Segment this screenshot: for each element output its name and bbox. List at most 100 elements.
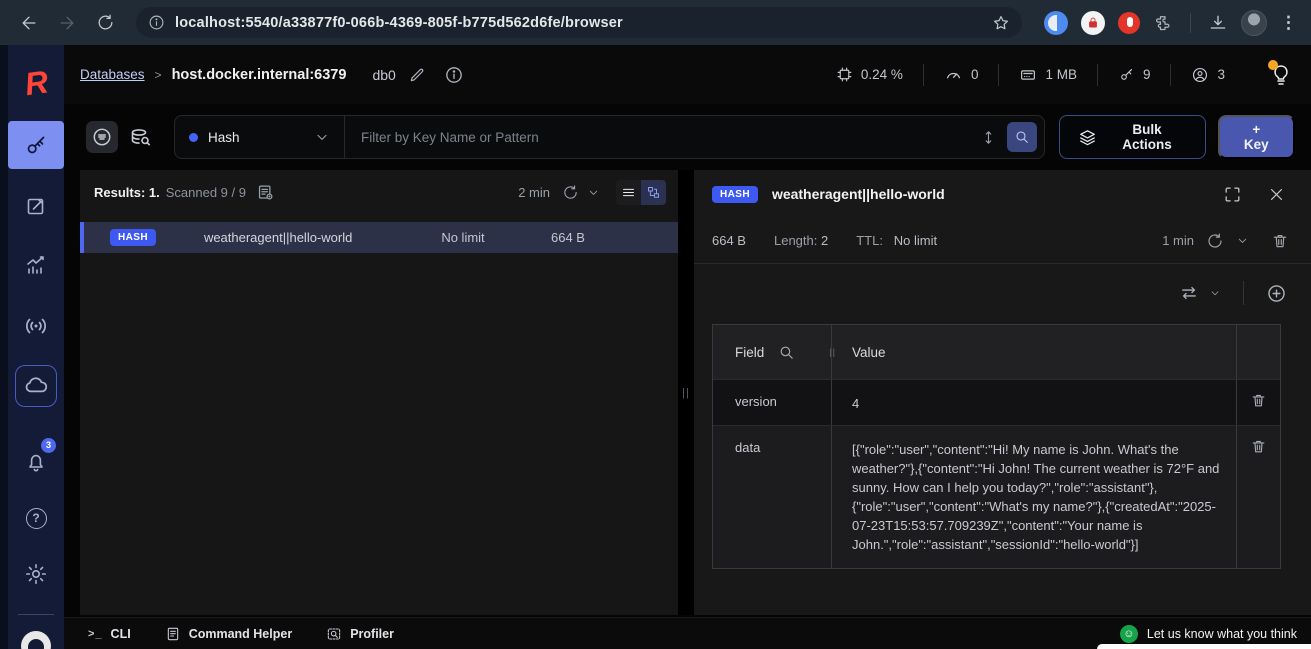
url-bar[interactable]: localhost:5540/a33877f0-066b-4369-805f-b… <box>136 7 1022 38</box>
hash-field-row[interactable]: version 4 <box>713 379 1280 425</box>
scanned-label: Scanned 9 / 9 <box>166 185 246 200</box>
document-icon <box>165 626 181 642</box>
hash-table-header: Field || Value <box>713 325 1280 379</box>
downloads-icon[interactable] <box>1208 13 1228 33</box>
window-edge <box>1097 644 1311 649</box>
edit-db-alias-icon[interactable] <box>408 66 426 84</box>
delete-key-icon[interactable] <box>1271 232 1289 250</box>
filter-mode-redisearch-icon[interactable] <box>124 121 156 153</box>
db-host-label: host.docker.internal:6379 <box>172 67 347 83</box>
sidebar-item-help[interactable]: ? <box>8 498 64 538</box>
stat-commands-sec: 0 <box>924 65 999 84</box>
sidebar-nav: R <box>0 45 64 649</box>
field-column-header: Field || <box>713 325 831 379</box>
extension-lock-icon[interactable] <box>1081 11 1105 35</box>
key-details-header: HASH weatheragent||hello-world <box>694 170 1311 218</box>
key-filter-control: Hash <box>174 115 1045 159</box>
bulk-actions-button[interactable]: Bulk Actions <box>1059 115 1205 159</box>
key-list-row[interactable]: HASH weatheragent||hello-world No limit … <box>80 222 678 253</box>
sidebar-item-analytics[interactable] <box>8 243 64 289</box>
profile-avatar[interactable] <box>1241 10 1267 36</box>
feedback-link[interactable]: ☺ Let us know what you think <box>1120 625 1297 643</box>
divider <box>18 614 54 615</box>
extension-blocker-icon[interactable] <box>1118 12 1140 34</box>
bookmark-star-icon[interactable] <box>992 14 1010 32</box>
sidebar-item-cloud[interactable] <box>8 363 64 409</box>
sidebar-item-settings[interactable] <box>8 554 64 594</box>
insights-trigger[interactable] <box>1269 63 1293 87</box>
apply-filter-search-icon[interactable] <box>1007 122 1037 152</box>
field-value[interactable]: 4 <box>831 380 1236 425</box>
sidebar-item-notifications[interactable]: 3 <box>8 442 64 482</box>
bell-icon <box>24 450 48 474</box>
layers-icon <box>1078 128 1097 147</box>
browser-extensions: ⋮ <box>1044 10 1297 36</box>
close-details-icon[interactable] <box>1268 186 1285 203</box>
list-refresh-icon[interactable] <box>562 184 579 201</box>
key-type-value: Hash <box>208 130 240 145</box>
chrome-menu-icon[interactable]: ⋮ <box>1280 18 1297 28</box>
url-text[interactable]: localhost:5540/a33877f0-066b-4369-805f-b… <box>175 15 982 31</box>
redis-logo[interactable]: R <box>25 61 46 105</box>
tree-view-icon[interactable] <box>641 180 666 205</box>
github-icon[interactable] <box>21 631 51 649</box>
actions-column-header <box>1236 325 1280 379</box>
delete-field-icon[interactable] <box>1250 438 1267 568</box>
forward-icon[interactable] <box>52 8 82 38</box>
add-key-button[interactable]: + Key <box>1218 115 1295 159</box>
help-icon: ? <box>26 508 47 529</box>
view-toggle-group <box>616 180 666 205</box>
value-format-row <box>694 264 1311 322</box>
key-details-panel: HASH weatheragent||hello-world 664 B Len… <box>694 170 1311 615</box>
browser-content: Results: 1. Scanned 9 / 9 2 min <box>64 170 1311 615</box>
back-icon[interactable] <box>14 8 44 38</box>
cli-toggle[interactable]: >_ CLI <box>88 627 131 641</box>
formatter-chevron-icon[interactable] <box>1209 287 1221 299</box>
refresh-settings-chevron-icon[interactable] <box>587 186 600 199</box>
reload-icon[interactable] <box>90 8 120 38</box>
filter-mode-switch <box>86 121 156 153</box>
panel-resize-handle[interactable]: || <box>678 170 694 615</box>
notification-badge: 3 <box>41 438 56 453</box>
details-refresh-chevron-icon[interactable] <box>1236 234 1249 247</box>
settings-gear-icon <box>24 562 48 586</box>
extensions-puzzle-icon[interactable] <box>1153 13 1173 33</box>
analytics-chart-icon <box>24 254 48 278</box>
sort-direction-icon[interactable] <box>980 129 997 146</box>
breadcrumb-databases-link[interactable]: Databases <box>80 67 145 82</box>
chevron-down-icon <box>314 129 330 145</box>
sidebar-item-pubsub[interactable] <box>8 303 64 349</box>
add-field-icon[interactable] <box>1266 283 1287 304</box>
field-value[interactable]: [{"role":"user","content":"Hi! My name i… <box>831 426 1233 568</box>
db-info-icon[interactable] <box>444 65 464 85</box>
key-icon <box>23 132 49 158</box>
list-view-icon[interactable] <box>616 180 641 205</box>
details-refresh-icon[interactable] <box>1206 232 1224 250</box>
sidebar-item-workbench[interactable] <box>8 183 64 229</box>
db-index-label: db0 <box>372 67 395 83</box>
row-actions <box>1236 426 1280 568</box>
memory-icon <box>1019 66 1037 84</box>
feedback-smile-icon: ☺ <box>1120 625 1138 643</box>
fullscreen-icon[interactable] <box>1223 185 1242 204</box>
delete-field-icon[interactable] <box>1250 392 1267 425</box>
column-resize-grip[interactable]: || <box>829 347 836 357</box>
stat-cpu: 0.24 % <box>816 66 923 83</box>
extension-speed-icon[interactable] <box>1044 11 1068 35</box>
field-search-icon[interactable] <box>778 344 795 361</box>
command-helper-toggle[interactable]: Command Helper <box>165 626 293 642</box>
profiler-toggle[interactable]: Profiler <box>326 626 394 642</box>
key-name: weatheragent||hello-world <box>204 230 352 245</box>
key-filter-input[interactable] <box>345 130 980 145</box>
hash-field-row[interactable]: data [{"role":"user","content":"Hi! My n… <box>713 425 1280 568</box>
site-info-icon[interactable] <box>148 14 165 31</box>
divider <box>1243 281 1244 305</box>
key-type-select[interactable]: Hash <box>175 116 345 158</box>
formatter-switch-icon[interactable] <box>1179 283 1199 303</box>
gauge-icon <box>944 65 963 84</box>
scan-more-settings-icon[interactable] <box>256 183 275 202</box>
key-ttl[interactable]: TTL: No limit <box>856 233 937 248</box>
sidebar-item-browser[interactable] <box>8 121 64 169</box>
filter-mode-pattern-icon[interactable] <box>86 121 118 153</box>
insights-alert-dot <box>1268 60 1278 70</box>
